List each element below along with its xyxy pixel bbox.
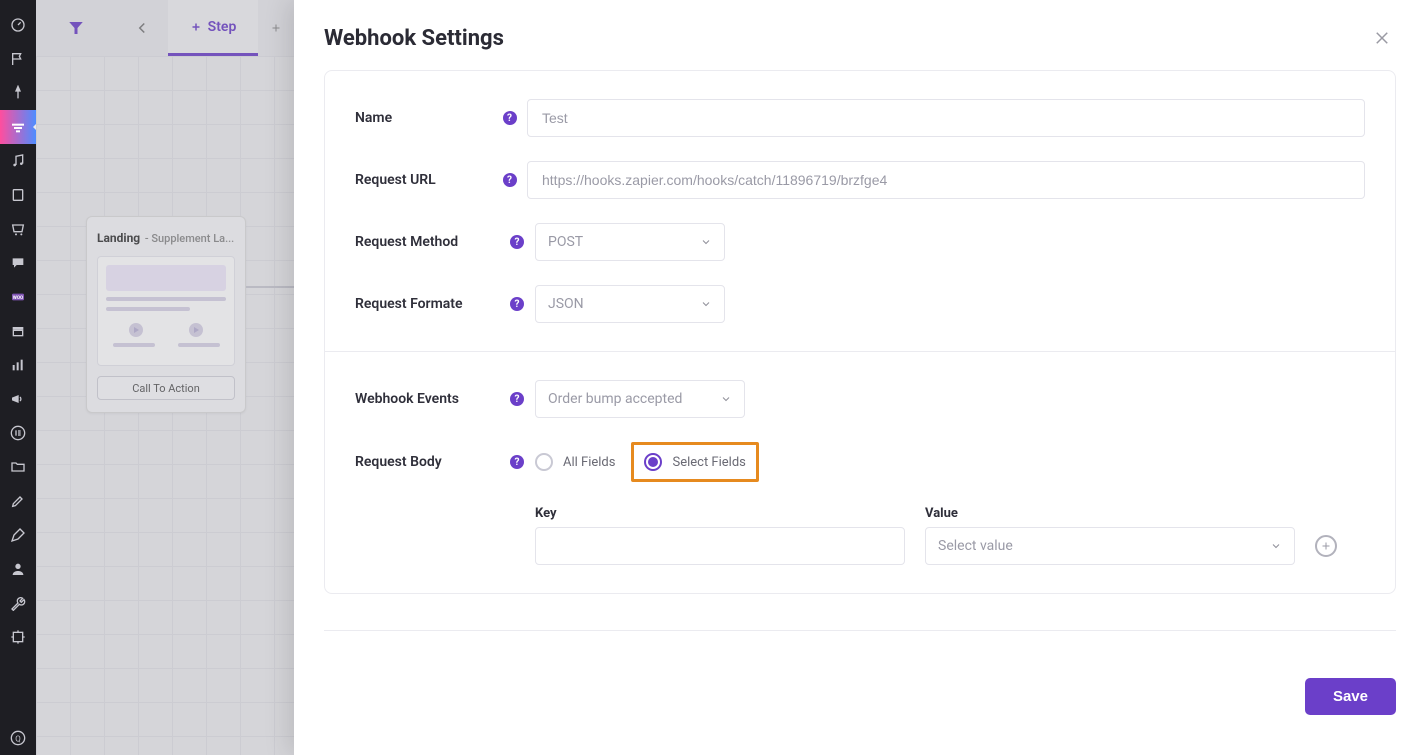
request-body-label: Request Body (355, 454, 505, 470)
funnel-tab-icon[interactable] (36, 0, 116, 56)
step-tab-label: Step (208, 19, 237, 35)
megaphone-icon[interactable] (0, 382, 36, 416)
request-format-value: JSON (548, 296, 584, 312)
back-button[interactable] (116, 0, 168, 56)
webhook-settings-modal: Webhook Settings Name ? Request URL ? (294, 0, 1426, 755)
svg-text:Q: Q (15, 734, 21, 743)
dashboard-icon[interactable] (0, 8, 36, 42)
chevron-down-icon (700, 236, 712, 248)
help-icon[interactable]: ? (510, 392, 524, 406)
modal-title: Webhook Settings (324, 26, 504, 51)
woo-icon[interactable]: WOO (0, 280, 36, 314)
close-button[interactable] (1368, 24, 1396, 52)
brush-icon[interactable] (0, 484, 36, 518)
elementor-icon[interactable] (0, 416, 36, 450)
svg-text:WOO: WOO (13, 295, 24, 301)
music-icon[interactable] (0, 144, 36, 178)
help-icon[interactable]: ? (503, 111, 517, 125)
request-url-input[interactable] (527, 161, 1365, 199)
flag-icon[interactable] (0, 42, 36, 76)
value-select[interactable]: Select value (925, 527, 1295, 565)
add-tab-button[interactable] (258, 0, 294, 56)
save-button[interactable]: Save (1305, 678, 1396, 715)
help-icon[interactable]: ? (503, 173, 517, 187)
pin-icon[interactable] (0, 76, 36, 110)
add-row-button[interactable] (1315, 535, 1337, 557)
footer-divider (324, 630, 1396, 631)
select-fields-label: Select Fields (672, 455, 745, 470)
cart-icon[interactable] (0, 212, 36, 246)
chevron-down-icon (1270, 540, 1282, 552)
analytics-icon[interactable] (0, 348, 36, 382)
request-format-label: Request Formate (355, 296, 505, 312)
help-icon[interactable]: ? (510, 455, 524, 469)
name-label: Name (355, 110, 498, 126)
help-icon[interactable]: ? (510, 235, 524, 249)
archive-icon[interactable] (0, 314, 36, 348)
request-method-label: Request Method (355, 234, 505, 250)
help-icon[interactable]: ? (510, 297, 524, 311)
node-title: Landing (97, 231, 140, 245)
node-cta-button[interactable]: Call To Action (97, 376, 235, 400)
all-fields-radio[interactable]: All Fields (535, 453, 615, 471)
request-method-select[interactable]: POST (535, 223, 725, 261)
request-url-label: Request URL (355, 172, 498, 188)
user-icon[interactable] (0, 552, 36, 586)
name-input[interactable] (527, 99, 1365, 137)
folder-icon[interactable] (0, 450, 36, 484)
node-subtitle: - Supplement La... (142, 232, 234, 245)
key-input[interactable] (535, 527, 905, 565)
key-column-label: Key (535, 506, 905, 521)
request-method-value: POST (548, 234, 583, 250)
request-body-radio-group: All Fields Select Fields (535, 442, 1365, 482)
value-select-placeholder: Select value (938, 538, 1013, 554)
webhook-events-label: Webhook Events (355, 391, 505, 407)
node-thumbnail (97, 256, 235, 366)
landing-node-card[interactable]: Landing - Supplement La... Call To Actio… (86, 216, 246, 413)
book-icon[interactable] (0, 178, 36, 212)
help-icon[interactable]: Q (0, 721, 36, 755)
app-icon-sidebar: WOO Q (0, 0, 36, 755)
request-format-select[interactable]: JSON (535, 285, 725, 323)
plugin-icon[interactable] (0, 620, 36, 654)
chat-icon[interactable] (0, 246, 36, 280)
node-title-row: Landing - Supplement La... (97, 227, 235, 246)
play-icon (189, 323, 203, 337)
webhook-events-select[interactable]: Order bump accepted (535, 380, 745, 418)
settings-panel: Name ? Request URL ? Request Method (324, 70, 1396, 594)
step-tab[interactable]: Step (168, 0, 258, 56)
chevron-down-icon (720, 393, 732, 405)
value-column-label: Value (925, 506, 1295, 521)
funnel-icon[interactable] (0, 110, 36, 144)
chevron-down-icon (700, 298, 712, 310)
webhook-events-value: Order bump accepted (548, 391, 682, 407)
key-value-row: Key Value Select value (535, 506, 1365, 565)
wrench-icon[interactable] (0, 586, 36, 620)
all-fields-label: All Fields (563, 455, 615, 470)
pen-icon[interactable] (0, 518, 36, 552)
select-fields-highlight: Select Fields (631, 442, 758, 482)
play-icon (129, 323, 143, 337)
select-fields-radio[interactable]: Select Fields (644, 453, 745, 471)
